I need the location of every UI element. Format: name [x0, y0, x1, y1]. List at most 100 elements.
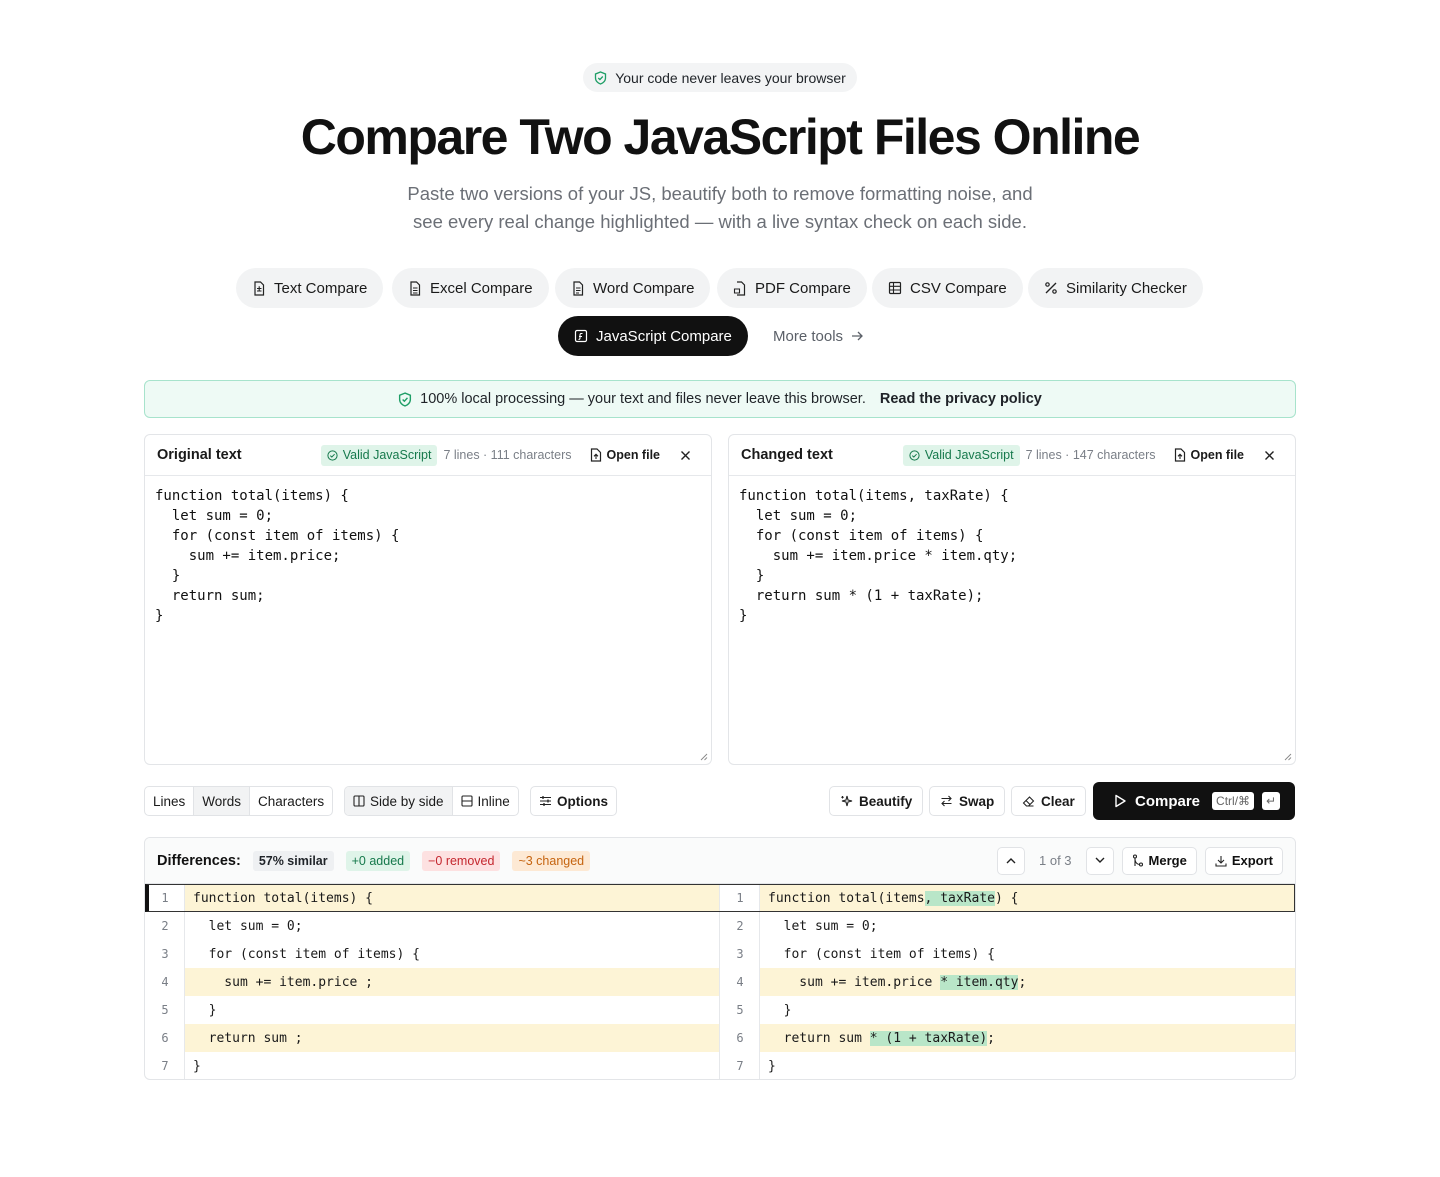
diff-row: 2 let sum = 0; 2 let sum = 0;: [145, 912, 1295, 940]
options-button[interactable]: Options: [530, 786, 617, 816]
swap-button[interactable]: Swap: [929, 786, 1006, 816]
tool-label: Similarity Checker: [1066, 279, 1187, 297]
compare-label: Compare: [1135, 792, 1201, 810]
tool-label: Excel Compare: [430, 279, 533, 297]
granularity-toggle: Lines Words Characters: [144, 786, 334, 816]
gutter-divider: [184, 912, 185, 940]
editor-meta: 7 lines · 111 characters: [443, 448, 572, 462]
granularity-characters[interactable]: Characters: [250, 787, 332, 815]
similarity-badge: 57% similar: [252, 850, 334, 871]
view-side-by-side[interactable]: Side by side: [345, 787, 453, 815]
tool-similarity-checker[interactable]: Similarity Checker: [1028, 268, 1203, 308]
options-label: Options: [557, 793, 608, 809]
tool-csv-compare[interactable]: CSV Compare: [872, 268, 1023, 308]
view-toggle: Side by side Inline: [344, 786, 519, 816]
changed-code-line: return sum * (1 + taxRate);: [760, 1024, 1295, 1052]
prev-change-button[interactable]: [997, 846, 1025, 875]
resize-grip-icon[interactable]: [700, 753, 708, 761]
changed-code-line: let sum = 0;: [760, 912, 1295, 940]
view-inline[interactable]: Inline: [453, 787, 518, 815]
editor-meta: 7 lines · 147 characters: [1025, 448, 1156, 462]
more-tools-link[interactable]: More tools: [773, 316, 864, 356]
clear-button[interactable]: Clear: [1011, 786, 1086, 816]
granularity-words[interactable]: Words: [194, 787, 251, 815]
merge-button[interactable]: Merge: [1121, 846, 1197, 875]
compare-button[interactable]: Compare Ctrl/⌘ ↵: [1093, 782, 1295, 820]
beautify-button[interactable]: Beautify: [829, 786, 924, 816]
play-icon: [1115, 794, 1126, 808]
changed-token: * (1 + taxRate): [869, 1030, 988, 1046]
changed-token: , taxRate: [924, 890, 995, 906]
original-editor: Original text Valid JavaScript 7 lines ·…: [144, 434, 712, 765]
syntax-status-text: Valid JavaScript: [342, 448, 432, 462]
changed-code-line: }: [760, 1052, 1295, 1079]
diff-row: 6 return sum ; 6 return sum * (1 + taxRat…: [145, 1024, 1295, 1052]
tool-excel-compare[interactable]: Excel Compare: [392, 268, 549, 308]
code-token: ;: [987, 1030, 995, 1046]
code-textarea[interactable]: function total(items, taxRate) { let sum…: [729, 476, 1295, 636]
changed-editor: Changed text Valid JavaScript 7 lines · …: [728, 434, 1296, 765]
arrow-right-icon: [852, 331, 863, 341]
code-token: ) {: [995, 890, 1019, 906]
code-token: sum += item.price: [768, 974, 941, 990]
chevron-up-icon: [1006, 858, 1016, 864]
resize-grip-icon[interactable]: [1284, 753, 1292, 761]
code-token: function total(items) {: [193, 890, 374, 906]
code-token: }: [193, 1058, 201, 1074]
tool-pdf-compare[interactable]: PDF Compare: [717, 268, 867, 308]
clear-editor-button[interactable]: [680, 450, 691, 461]
percent-icon: [1045, 282, 1057, 294]
subtitle-line-2: see every real change highlighted — with…: [413, 211, 1027, 232]
gutter-divider: [184, 940, 185, 968]
subtitle-line-1: Paste two versions of your JS, beautify …: [407, 183, 1033, 204]
check-circle-icon: [909, 449, 920, 461]
table-icon: [888, 281, 902, 295]
gutter-divider: [759, 912, 760, 940]
beautify-label: Beautify: [859, 793, 913, 809]
code-token: return sum: [768, 1030, 870, 1046]
shield-check-icon: [595, 70, 607, 85]
original-code-line: function total(items) {: [185, 884, 720, 912]
open-file-button[interactable]: Open file: [590, 448, 660, 462]
clear-editor-button[interactable]: [1264, 450, 1275, 461]
gutter-divider: [759, 996, 760, 1024]
file-text-icon: [254, 280, 265, 296]
file-upload-icon: [1174, 448, 1185, 462]
next-change-button[interactable]: [1085, 846, 1114, 875]
open-file-button[interactable]: Open file: [1174, 448, 1244, 462]
tool-label: CSV Compare: [910, 279, 1007, 297]
changed-token: * item.qty: [940, 974, 1019, 990]
file-lines-icon: [573, 280, 584, 296]
privacy-banner: 100% local processing — your text and fi…: [144, 380, 1296, 418]
code-token: for (const item of items) {: [193, 946, 420, 962]
close-icon: [1265, 450, 1274, 460]
privacy-policy-link[interactable]: Read the privacy policy: [880, 391, 1042, 407]
original-code-line: }: [185, 996, 720, 1024]
code-token: }: [193, 1002, 217, 1018]
code-token: }: [768, 1058, 776, 1074]
options-inner[interactable]: Options: [531, 787, 616, 815]
code-textarea[interactable]: function total(items) { let sum = 0; for…: [145, 476, 711, 636]
rows-icon: [460, 795, 473, 807]
check-circle-icon: [327, 449, 338, 461]
code-token: }: [768, 1002, 792, 1018]
editor-title: Original text: [157, 447, 242, 463]
export-button[interactable]: Export: [1204, 846, 1283, 875]
changed-badge: ~3 changed: [512, 850, 591, 871]
tool-text-compare[interactable]: Text Compare: [236, 268, 384, 308]
gutter-divider: [759, 968, 760, 996]
tool-label: Word Compare: [593, 279, 695, 297]
swap-label: Swap: [959, 793, 995, 809]
line-number: 5: [736, 1003, 744, 1017]
diff-row: 5 } 5 }: [145, 996, 1295, 1024]
tool-word-compare[interactable]: Word Compare: [555, 268, 711, 308]
gutter-divider: [759, 940, 760, 968]
sliders-icon: [540, 796, 551, 806]
clear-label: Clear: [1041, 793, 1075, 809]
close-icon: [681, 450, 690, 460]
tool-label: Text Compare: [274, 279, 368, 297]
tool-javascript-compare[interactable]: JavaScript Compare: [558, 316, 748, 356]
granularity-lines[interactable]: Lines: [145, 787, 195, 815]
diff-row: 3 for (const item of items) {3 for (cons…: [145, 940, 1295, 968]
code-token: ;: [1018, 974, 1027, 990]
